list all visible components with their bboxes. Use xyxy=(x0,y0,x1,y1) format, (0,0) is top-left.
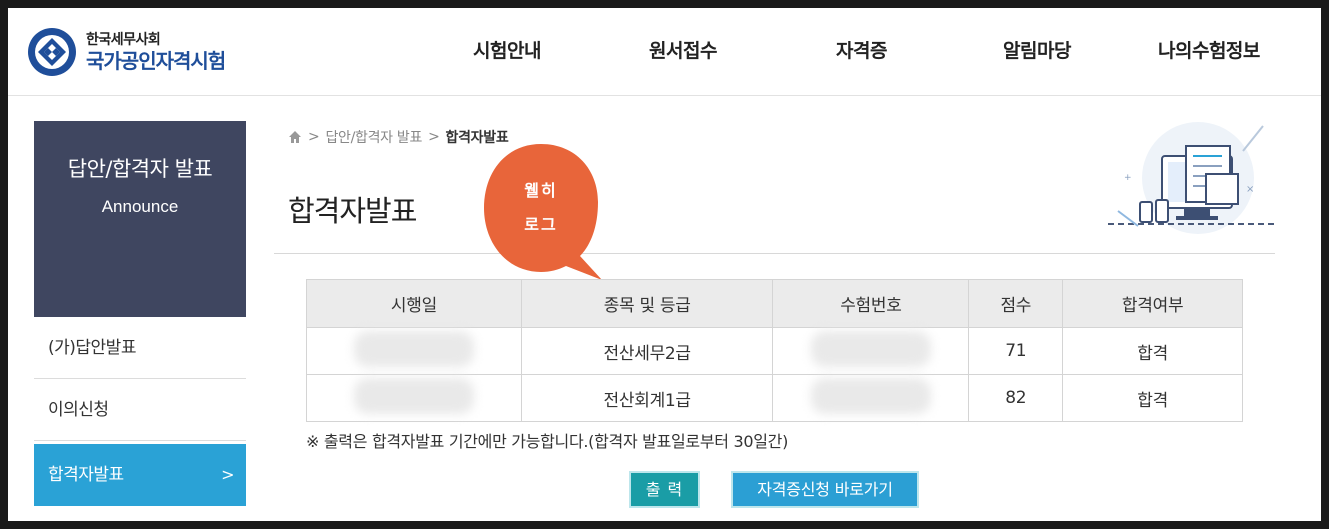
svg-text:+: + xyxy=(1124,173,1132,183)
nav-notice[interactable]: 알림마당 xyxy=(1003,36,1071,63)
redacted-blur xyxy=(810,330,931,367)
sidebar-item-objection[interactable]: 이의신청 xyxy=(34,379,246,441)
score-cell: 82 xyxy=(968,374,1064,422)
breadcrumb-separator: > xyxy=(428,129,440,145)
table-row: 전산회계1급 82 합격 xyxy=(306,374,1243,422)
exam-number-cell-redacted xyxy=(772,327,970,375)
breadcrumb: > 답안/합격자 발표 > 합격자발표 xyxy=(288,127,509,147)
column-header-result: 합격여부 xyxy=(1062,279,1243,328)
exam-number-cell-redacted xyxy=(772,374,970,422)
sidebar-title: 답안/합격자 발표 xyxy=(67,157,213,181)
sidebar-title-box: 답안/합격자 발표 Announce xyxy=(34,121,246,317)
home-icon[interactable] xyxy=(288,130,302,144)
page-frame: 한국세무사회 국가공인자격시험 시험안내 원서접수 자격증 알림마당 나의수험정… xyxy=(8,8,1321,521)
site-header: 한국세무사회 국가공인자격시험 시험안내 원서접수 자격증 알림마당 나의수험정… xyxy=(8,8,1321,96)
svg-text:×: × xyxy=(1246,184,1254,195)
computer-document-illustration-icon: × + xyxy=(1108,122,1276,234)
breadcrumb-parent[interactable]: 답안/합격자 발표 xyxy=(325,127,422,147)
column-header-exam-date: 시행일 xyxy=(306,279,522,328)
watermark-label: 웰히 로그 xyxy=(524,181,558,234)
chevron-right-icon: > xyxy=(221,465,234,484)
column-header-score: 점수 xyxy=(968,279,1064,328)
exam-date-cell-redacted xyxy=(306,374,522,422)
redacted-blur xyxy=(353,330,474,367)
sidebar-item-label: (가)답안발표 xyxy=(48,338,136,358)
main-nav: 시험안내 원서접수 자격증 알림마당 나의수험정보 xyxy=(8,8,1321,96)
page-title: 합격자발표 xyxy=(288,194,417,228)
sidebar-item-answer[interactable]: (가)답안발표 xyxy=(34,317,246,379)
exam-date-cell-redacted xyxy=(306,327,522,375)
title-divider xyxy=(274,253,1275,254)
column-header-subject: 종목 및 등급 xyxy=(520,279,774,328)
print-notice: ※ 출력은 합격자발표 기간에만 가능합니다.(합격자 발표일로부터 30일간) xyxy=(306,432,789,451)
sidebar-item-pass-announce[interactable]: 합격자발표 > xyxy=(34,444,246,506)
subject-cell: 전산회계1급 xyxy=(520,374,774,422)
redacted-blur xyxy=(810,377,931,414)
nav-certificate[interactable]: 자격증 xyxy=(836,36,887,63)
breadcrumb-separator: > xyxy=(308,129,320,145)
redacted-blur xyxy=(353,377,474,414)
sidebar-item-label: 합격자발표 xyxy=(48,465,124,485)
certificate-apply-button[interactable]: 자격증신청 바로가기 xyxy=(731,471,919,508)
sidebar-subtitle: Announce xyxy=(101,197,179,216)
sidebar-item-label: 이의신청 xyxy=(48,400,109,420)
result-cell: 합격 xyxy=(1062,327,1243,375)
result-cell: 합격 xyxy=(1062,374,1243,422)
nav-exam-info[interactable]: 시험안내 xyxy=(473,36,541,63)
print-button[interactable]: 출 력 xyxy=(629,471,700,508)
table-header-row: 시행일 종목 및 등급 수험번호 점수 합격여부 xyxy=(306,279,1243,328)
nav-application[interactable]: 원서접수 xyxy=(649,36,717,63)
subject-cell: 전산세무2급 xyxy=(520,327,774,375)
column-header-exam-number: 수험번호 xyxy=(772,279,970,328)
table-row: 전산세무2급 71 합격 xyxy=(306,327,1243,375)
pass-result-table: 시행일 종목 및 등급 수험번호 점수 합격여부 전산세무2급 71 합격 전산… xyxy=(306,279,1243,422)
score-cell: 71 xyxy=(968,327,1064,375)
nav-my-exam-info[interactable]: 나의수험정보 xyxy=(1158,36,1260,63)
